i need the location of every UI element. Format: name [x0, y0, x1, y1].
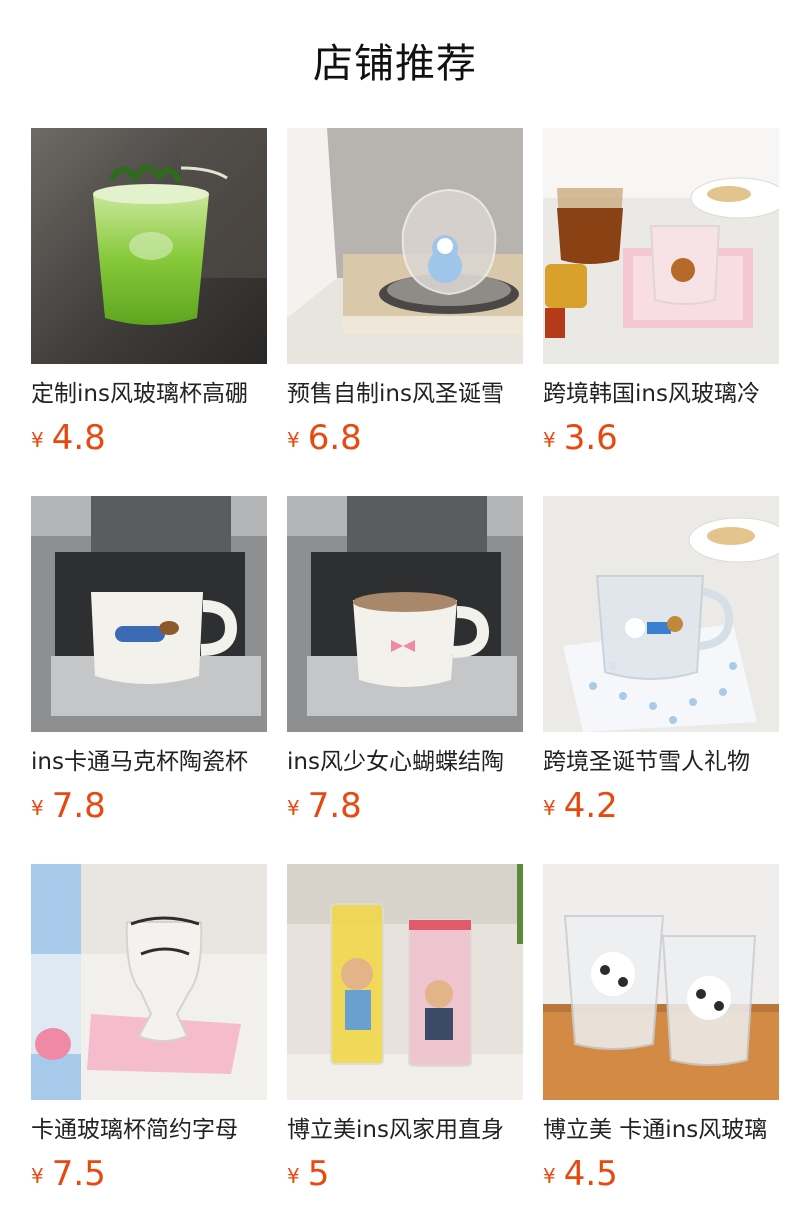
price-value: 4.8	[51, 418, 106, 458]
currency-symbol: ¥	[287, 428, 300, 452]
product-price: ¥7.8	[31, 786, 106, 826]
product-card[interactable]: ins风少女心蝴蝶结陶 ¥7.8	[287, 496, 523, 826]
product-price: ¥7.8	[287, 786, 362, 826]
product-price: ¥7.5	[31, 1154, 106, 1194]
price-value: 6.8	[307, 418, 362, 458]
product-image[interactable]	[287, 864, 523, 1100]
currency-symbol: ¥	[287, 1164, 300, 1188]
product-name[interactable]: 定制ins风玻璃杯高硼	[31, 378, 267, 410]
product-price: ¥6.8	[287, 418, 362, 458]
product-name[interactable]: 预售自制ins风圣诞雪	[287, 378, 523, 410]
product-image[interactable]	[543, 496, 779, 732]
product-name[interactable]: 卡通玻璃杯简约字母	[31, 1114, 267, 1146]
price-value: 5	[307, 1154, 330, 1194]
currency-symbol: ¥	[31, 796, 44, 820]
product-name[interactable]: 跨境圣诞节雪人礼物	[543, 746, 779, 778]
currency-symbol: ¥	[543, 796, 556, 820]
product-card[interactable]: ins卡通马克杯陶瓷杯 ¥7.8	[31, 496, 267, 826]
currency-symbol: ¥	[543, 1164, 556, 1188]
product-price: ¥4.5	[543, 1154, 618, 1194]
currency-symbol: ¥	[31, 1164, 44, 1188]
product-card[interactable]: 预售自制ins风圣诞雪 ¥6.8	[287, 128, 523, 458]
currency-symbol: ¥	[31, 428, 44, 452]
product-price: ¥5	[287, 1154, 329, 1194]
price-value: 7.5	[51, 1154, 106, 1194]
product-name[interactable]: ins风少女心蝴蝶结陶	[287, 746, 523, 778]
product-image[interactable]	[31, 496, 267, 732]
product-price: ¥3.6	[543, 418, 618, 458]
product-card[interactable]: 博立美 卡通ins风玻璃 ¥4.5	[543, 864, 779, 1194]
price-value: 4.5	[563, 1154, 618, 1194]
product-price: ¥4.8	[31, 418, 106, 458]
product-name[interactable]: ins卡通马克杯陶瓷杯	[31, 746, 267, 778]
product-card[interactable]: 博立美ins风家用直身 ¥5	[287, 864, 523, 1194]
page-title: 店铺推荐	[313, 41, 477, 87]
product-card[interactable]: 卡通玻璃杯简约字母 ¥7.5	[31, 864, 267, 1194]
currency-symbol: ¥	[543, 428, 556, 452]
product-image[interactable]	[31, 864, 267, 1100]
price-value: 7.8	[51, 786, 106, 826]
product-card[interactable]: 跨境韩国ins风玻璃冷 ¥3.6	[543, 128, 779, 458]
product-image[interactable]	[543, 128, 779, 364]
product-image[interactable]	[287, 496, 523, 732]
product-price: ¥4.2	[543, 786, 618, 826]
product-name[interactable]: 跨境韩国ins风玻璃冷	[543, 378, 779, 410]
product-image[interactable]	[287, 128, 523, 364]
price-value: 7.8	[307, 786, 362, 826]
product-image[interactable]	[543, 864, 779, 1100]
product-name[interactable]: 博立美 卡通ins风玻璃	[543, 1114, 779, 1146]
price-value: 3.6	[563, 418, 618, 458]
product-card[interactable]: 跨境圣诞节雪人礼物 ¥4.2	[543, 496, 779, 826]
product-card[interactable]: 定制ins风玻璃杯高硼 ¥4.8	[31, 128, 267, 458]
product-name[interactable]: 博立美ins风家用直身	[287, 1114, 523, 1146]
product-image[interactable]	[31, 128, 267, 364]
currency-symbol: ¥	[287, 796, 300, 820]
price-value: 4.2	[563, 786, 618, 826]
